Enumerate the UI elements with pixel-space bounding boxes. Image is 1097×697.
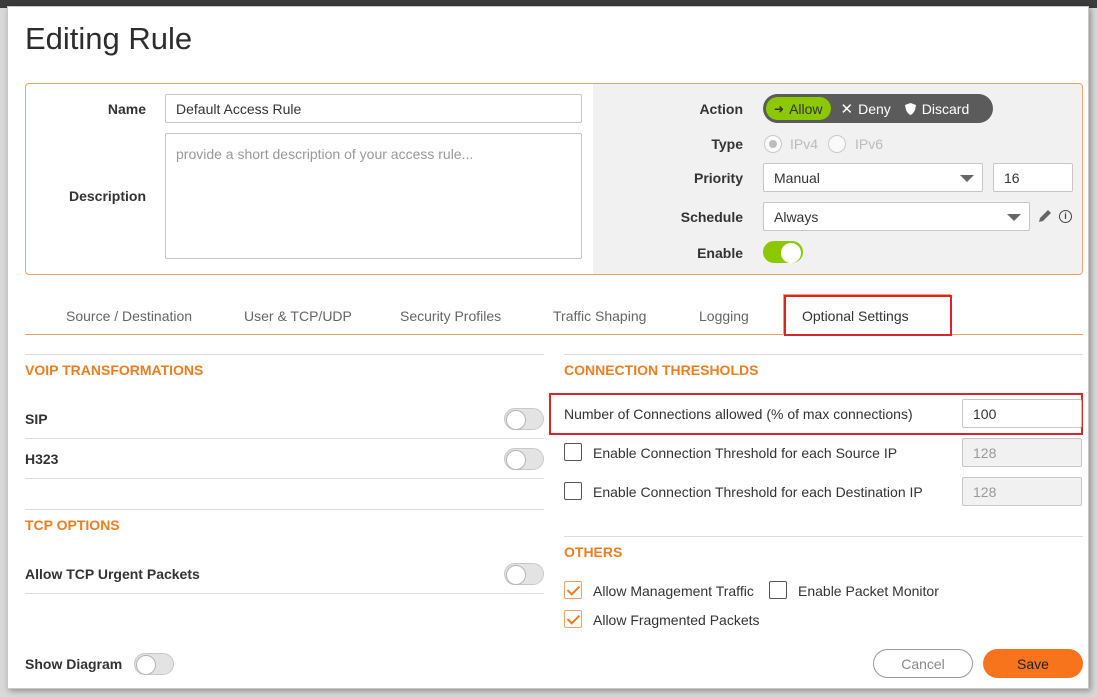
tab-user-tcp-udp[interactable]: User & TCP/UDP xyxy=(244,308,352,324)
source-threshold-checkbox[interactable] xyxy=(564,443,582,461)
sip-label: SIP xyxy=(25,411,48,427)
tcp-options-section-title: TCP OPTIONS xyxy=(25,517,120,533)
source-threshold-label: Enable Connection Threshold for each Sou… xyxy=(593,445,898,461)
chevron-down-icon xyxy=(960,174,974,182)
divider xyxy=(25,354,544,355)
shield-icon xyxy=(904,102,916,115)
source-threshold-input[interactable]: 128 xyxy=(962,438,1082,467)
mgmt-traffic-label: Allow Management Traffic xyxy=(593,583,754,599)
arrow-right-icon: ➜ xyxy=(774,101,785,116)
pencil-icon[interactable] xyxy=(1037,208,1053,227)
name-label: Name xyxy=(107,101,146,117)
tcp-urgent-label: Allow TCP Urgent Packets xyxy=(25,566,200,582)
schedule-select-value: Always xyxy=(774,208,819,225)
chevron-down-icon xyxy=(1007,213,1021,221)
divider xyxy=(25,509,544,510)
show-diagram-label: Show Diagram xyxy=(25,656,123,672)
priority-select[interactable]: Manual xyxy=(763,163,983,192)
packet-monitor-checkbox[interactable] xyxy=(769,581,787,599)
action-label: Action xyxy=(699,101,743,117)
dialog-title: Editing Rule xyxy=(25,21,193,56)
tcp-urgent-toggle[interactable] xyxy=(504,563,544,585)
priority-label: Priority xyxy=(693,170,743,186)
dest-threshold-input[interactable]: 128 xyxy=(962,477,1082,506)
dest-threshold-checkbox[interactable] xyxy=(564,482,582,500)
max-connections-label: Number of Connections allowed (% of max … xyxy=(564,406,913,422)
mgmt-traffic-checkbox[interactable] xyxy=(564,581,582,599)
type-ipv6-radio[interactable] xyxy=(828,135,846,153)
editing-rule-dialog: Editing Rule Name Default Access Rule De… xyxy=(7,6,1089,689)
fragmented-packets-label: Allow Fragmented Packets xyxy=(593,612,760,628)
description-textarea[interactable]: provide a short description of your acce… xyxy=(165,133,582,259)
schedule-select[interactable]: Always xyxy=(763,202,1030,231)
tab-logging[interactable]: Logging xyxy=(699,308,749,324)
action-deny-button[interactable]: ✕ Deny xyxy=(831,94,901,123)
divider xyxy=(25,593,544,594)
tab-traffic-shaping[interactable]: Traffic Shaping xyxy=(553,308,646,324)
action-discard-button[interactable]: Discard xyxy=(901,94,979,123)
type-ipv6-label: IPv6 xyxy=(855,136,884,152)
rule-settings-pane: Action ➜ Allow ✕ Deny Discard Type IPv4 … xyxy=(593,84,1082,274)
save-button[interactable]: Save xyxy=(983,649,1083,678)
h323-toggle[interactable] xyxy=(504,448,544,470)
type-label: Type xyxy=(711,136,743,152)
connection-thresholds-section-title: CONNECTION THRESHOLDS xyxy=(564,362,759,378)
rule-header-panel: Name Default Access Rule Description pro… xyxy=(25,83,1083,275)
name-input[interactable]: Default Access Rule xyxy=(165,94,582,123)
action-allow-label: Allow xyxy=(789,100,823,117)
divider xyxy=(564,354,1083,355)
voip-section-title: VOIP TRANSFORMATIONS xyxy=(25,362,204,378)
priority-select-value: Manual xyxy=(774,169,820,186)
show-diagram-toggle[interactable] xyxy=(134,653,174,675)
action-segmented-control: ➜ Allow ✕ Deny Discard xyxy=(763,94,993,123)
packet-monitor-label: Enable Packet Monitor xyxy=(798,583,939,599)
divider xyxy=(564,536,1083,537)
schedule-label: Schedule xyxy=(680,209,743,225)
cancel-button[interactable]: Cancel xyxy=(873,649,973,678)
fragmented-packets-checkbox[interactable] xyxy=(564,610,582,628)
action-discard-label: Discard xyxy=(921,100,970,117)
type-ipv4-radio[interactable] xyxy=(764,135,782,153)
others-section-title: OTHERS xyxy=(564,544,623,560)
description-label: Description xyxy=(68,188,146,204)
action-deny-label: Deny xyxy=(858,100,891,117)
enable-toggle[interactable] xyxy=(763,241,803,263)
priority-number-input[interactable]: 16 xyxy=(993,163,1073,192)
h323-label: H323 xyxy=(25,451,59,467)
divider xyxy=(25,478,544,479)
divider xyxy=(25,438,544,439)
action-allow-button[interactable]: ➜ Allow xyxy=(766,97,831,120)
enable-label: Enable xyxy=(697,245,743,261)
tab-security-profiles[interactable]: Security Profiles xyxy=(400,308,501,324)
type-ipv4-label: IPv4 xyxy=(790,136,819,152)
info-icon[interactable]: i xyxy=(1059,210,1072,223)
tab-highlight-box xyxy=(784,295,952,336)
max-connections-input[interactable]: 100 xyxy=(962,399,1082,428)
dest-threshold-label: Enable Connection Threshold for each Des… xyxy=(593,484,923,500)
close-icon: ✕ xyxy=(840,100,854,118)
sip-toggle[interactable] xyxy=(504,408,544,430)
tab-source-destination[interactable]: Source / Destination xyxy=(66,308,192,324)
